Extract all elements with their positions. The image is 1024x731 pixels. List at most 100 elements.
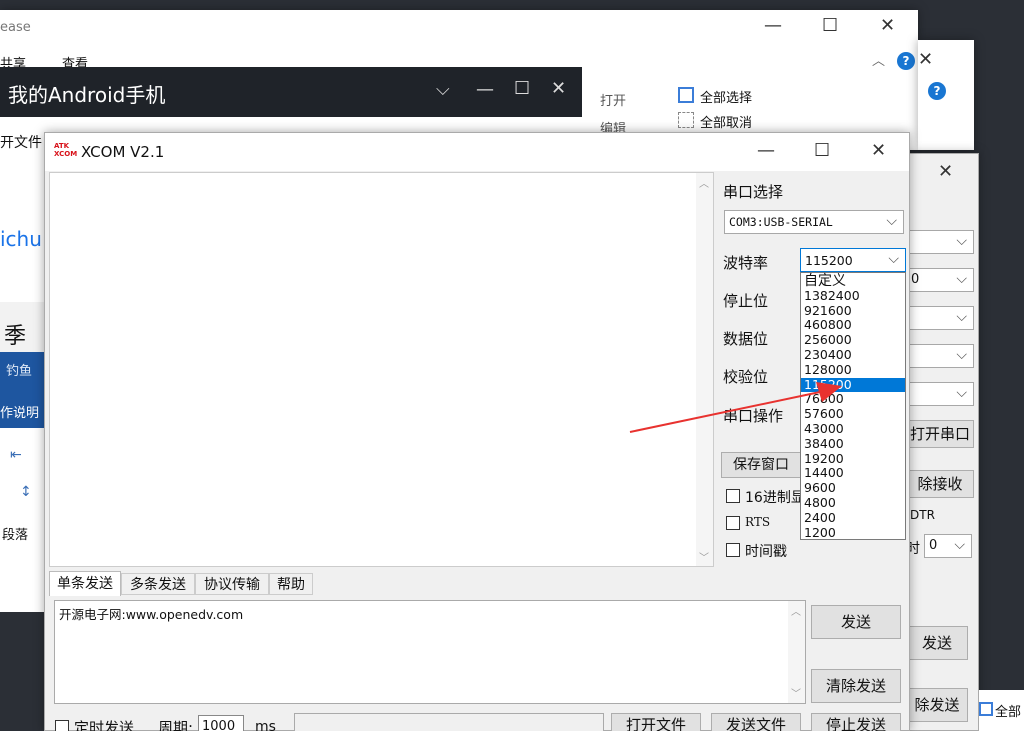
tab-multi-send[interactable]: 多条发送: [121, 573, 195, 595]
send-button[interactable]: 发送: [811, 605, 901, 639]
phone-window-title: 我的Android手机: [8, 83, 166, 107]
minimize-icon[interactable]: —: [757, 141, 775, 161]
baud-option[interactable]: 921600: [801, 303, 905, 319]
close-icon[interactable]: ✕: [880, 16, 895, 36]
send-scrollbar[interactable]: ︿ ﹀: [788, 601, 805, 703]
select-all-icon: [678, 87, 694, 103]
close-icon[interactable]: ✕: [918, 50, 933, 70]
explorer-window-right: ✕ ?: [918, 40, 974, 150]
save-window-button[interactable]: 保存窗口: [721, 452, 801, 478]
close-icon[interactable]: ✕: [938, 162, 953, 182]
baud-option[interactable]: 14400: [801, 466, 905, 481]
line-spacing-icon[interactable]: ↕: [20, 484, 32, 500]
xcom-titlebar[interactable]: ATK XCOM XCOM V2.1 — ☐ ✕: [45, 133, 909, 171]
stop-send-button[interactable]: 停止发送: [811, 713, 901, 731]
annotation-arrow-line: [629, 391, 821, 433]
maximize-icon[interactable]: ☐: [514, 78, 530, 99]
time-combo[interactable]: 0 ⌵: [924, 534, 972, 558]
tab-protocol[interactable]: 协议传输: [195, 573, 269, 595]
baud-option[interactable]: 256000: [801, 332, 905, 348]
left-paragraph: 段落: [2, 528, 29, 543]
dtr-label: DTR: [910, 508, 935, 522]
select-all-icon: [979, 702, 993, 716]
scroll-up-icon[interactable]: ︿: [791, 603, 801, 618]
right-combo-4[interactable]: ⌵: [906, 344, 974, 368]
chevron-up-icon[interactable]: ︿: [872, 50, 885, 69]
send-button-back[interactable]: 发送: [906, 626, 968, 660]
chevron-down-icon: ⌵: [888, 251, 899, 267]
tab-single-send[interactable]: 单条发送: [49, 571, 121, 596]
left-blue-text2: 作说明: [0, 406, 40, 421]
bottom-right-select-all[interactable]: 全部: [995, 701, 1021, 720]
baud-option[interactable]: 2400: [801, 510, 905, 526]
rts-label: RTS: [745, 515, 771, 529]
minimize-icon[interactable]: —: [476, 79, 494, 100]
xcom-logo: ATK XCOM: [54, 142, 78, 158]
bottom-right-strip: 全部: [979, 690, 1024, 731]
receive-area[interactable]: ︿ ﹀: [49, 172, 714, 567]
port-select[interactable]: COM3:USB-SERIAL ⌵: [724, 210, 904, 234]
send-input[interactable]: 开源电子网:www.openedv.com ︿ ﹀: [54, 600, 806, 704]
left-background-panel: 开文件 ichu 季 钓鱼 作说明 ⇤ ↕ 段落: [0, 112, 48, 612]
hex-display-label: 16进制显: [745, 490, 805, 506]
period-label: 周期:: [158, 719, 194, 731]
left-open-file: 开文件: [0, 135, 42, 151]
scroll-up-icon[interactable]: ︿: [699, 175, 709, 190]
right-combo-1[interactable]: ⌵: [906, 230, 974, 254]
clear-send-button[interactable]: 清除发送: [811, 669, 901, 703]
open-file-button[interactable]: 打开文件: [611, 713, 701, 731]
left-blue-text1: 钓鱼: [6, 364, 33, 379]
select-none-icon: [678, 112, 694, 128]
stop-bits-label: 停止位: [723, 292, 769, 310]
ribbon-select-none[interactable]: 全部取消: [700, 112, 752, 131]
right-combo-3[interactable]: ⌵: [906, 306, 974, 330]
baud-option[interactable]: 9600: [801, 480, 905, 496]
baud-option[interactable]: 1382400: [801, 288, 905, 304]
baud-option[interactable]: 19200: [801, 451, 905, 467]
clear-receive-button[interactable]: 除接收: [906, 470, 974, 498]
right-background-dialog: ✕ ⌵ 0 ⌵ ⌵ ⌵ ⌵ 打开串口 除接收 DTR 时 0 ⌵ 发送 除发送: [905, 153, 979, 731]
explorer-title-partial: ease: [0, 20, 31, 35]
right-combo-5[interactable]: ⌵: [906, 382, 974, 406]
period-input[interactable]: 1000: [198, 715, 244, 731]
maximize-icon[interactable]: ☐: [822, 16, 838, 36]
file-path-input[interactable]: [294, 713, 604, 731]
help-icon[interactable]: ?: [897, 52, 915, 70]
scroll-down-icon[interactable]: ﹀: [791, 685, 801, 700]
timed-send-label: 定时发送: [74, 719, 135, 731]
timed-send-checkbox[interactable]: [55, 720, 69, 731]
outdent-icon[interactable]: ⇤: [10, 447, 22, 463]
timestamp-checkbox[interactable]: [726, 543, 740, 557]
chevron-down-icon: ⌵: [886, 213, 897, 229]
baud-label: 波特率: [723, 254, 769, 272]
baud-option[interactable]: 460800: [801, 318, 905, 333]
right-combo-2[interactable]: 0 ⌵: [906, 268, 974, 292]
ribbon-select-all[interactable]: 全部选择: [700, 87, 752, 106]
phone-window-titlebar[interactable]: 我的Android手机 ⌵ — ☐ ✕: [0, 67, 582, 117]
ms-label: ms: [255, 719, 276, 731]
left-link[interactable]: ichu: [0, 227, 42, 251]
close-icon[interactable]: ✕: [871, 141, 886, 161]
left-heading: 季: [4, 324, 27, 349]
ribbon-open[interactable]: 打开: [600, 90, 626, 109]
tab-help[interactable]: 帮助: [269, 573, 313, 595]
send-tabs: 单条发送 多条发送 协议传输 帮助: [49, 571, 325, 596]
timestamp-label: 时间戳: [745, 544, 787, 560]
scroll-down-icon[interactable]: ﹀: [699, 549, 709, 564]
data-bits-label: 数据位: [723, 330, 769, 348]
minimize-icon[interactable]: —: [764, 16, 782, 36]
baud-select[interactable]: 115200 ⌵: [800, 248, 906, 272]
baud-option[interactable]: 自定义: [801, 274, 905, 289]
chevron-down-icon[interactable]: ⌵: [436, 79, 450, 100]
hex-display-checkbox[interactable]: [726, 489, 740, 503]
baud-option[interactable]: 1200: [801, 525, 905, 541]
help-icon[interactable]: ?: [928, 82, 946, 100]
clear-send-button-back[interactable]: 除发送: [906, 688, 968, 722]
open-port-button[interactable]: 打开串口: [906, 420, 974, 448]
maximize-icon[interactable]: ☐: [814, 141, 830, 161]
port-label: 串口选择: [723, 183, 784, 201]
rts-checkbox[interactable]: [726, 516, 740, 530]
close-icon[interactable]: ✕: [551, 78, 566, 99]
send-file-button[interactable]: 发送文件: [711, 713, 801, 731]
baud-option[interactable]: 4800: [801, 495, 905, 511]
